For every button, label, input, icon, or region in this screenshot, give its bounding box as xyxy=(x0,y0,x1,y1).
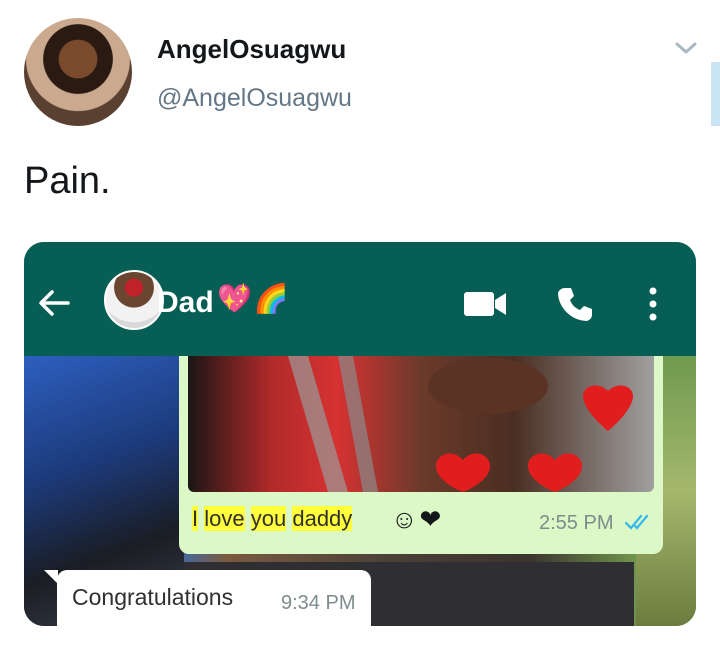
back-arrow-icon[interactable] xyxy=(38,288,70,318)
text-segment: love xyxy=(204,506,245,531)
contact-name[interactable]: Dad xyxy=(157,286,214,320)
profile-avatar[interactable] xyxy=(24,18,132,126)
message-text: I love you daddy xyxy=(192,506,353,532)
kebab-menu-icon[interactable] xyxy=(646,286,660,322)
incoming-message[interactable]: Congratulations 9:34 PM xyxy=(57,570,371,626)
whatsapp-header: Dad 💖🌈 xyxy=(24,242,696,356)
text-segment: daddy xyxy=(292,506,353,531)
tweet-media[interactable]: Dad 💖🌈 I love you daddy ☺❤ 2:55 PM Congr… xyxy=(24,242,696,626)
contact-emoji: 💖🌈 xyxy=(217,283,291,314)
text-segment: you xyxy=(250,506,287,531)
message-time: 2:55 PM xyxy=(539,512,614,534)
text-segment: I xyxy=(192,506,199,531)
contact-avatar[interactable] xyxy=(104,270,164,330)
incoming-text: Congratulations xyxy=(72,584,234,610)
video-call-icon[interactable] xyxy=(464,290,508,318)
incoming-time: 9:34 PM xyxy=(281,592,356,614)
chevron-down-icon[interactable] xyxy=(672,34,700,62)
message-photo[interactable] xyxy=(188,356,654,492)
message-tail xyxy=(44,570,58,584)
double-check-icon xyxy=(625,514,649,530)
scroll-indicator xyxy=(711,62,720,126)
tweet-text: Pain. xyxy=(24,160,111,202)
outgoing-message[interactable]: I love you daddy ☺❤ 2:55 PM xyxy=(179,356,663,554)
user-handle[interactable]: @AngelOsuagwu xyxy=(157,84,352,113)
display-name[interactable]: AngelOsuagwu xyxy=(157,34,346,65)
message-emoji: ☺❤ xyxy=(391,504,444,534)
photo-hearts xyxy=(288,356,633,492)
phone-call-icon[interactable] xyxy=(557,286,593,322)
